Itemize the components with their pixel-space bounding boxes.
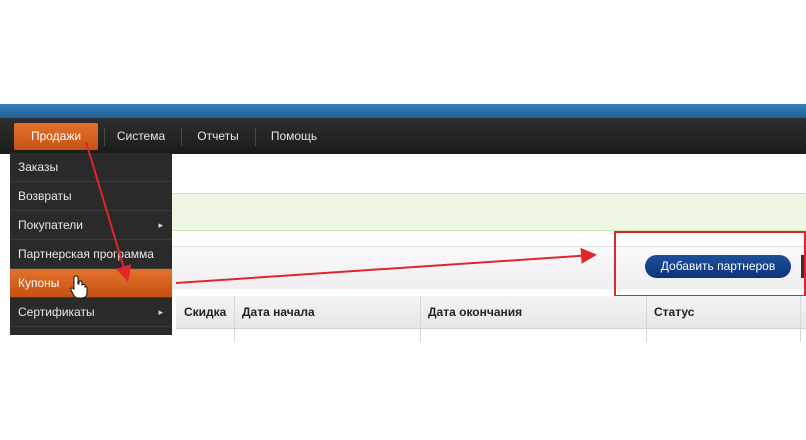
column-header-discount[interactable]: Скидка bbox=[184, 296, 226, 328]
dropdown-item-label: Покупатели bbox=[18, 218, 83, 232]
dropdown-item-label: Купоны bbox=[18, 276, 60, 290]
menu-item-help[interactable]: Помощь bbox=[263, 123, 325, 150]
column-divider bbox=[234, 296, 235, 342]
column-divider bbox=[646, 296, 647, 342]
menu-separator bbox=[181, 128, 182, 146]
submenu-arrow-icon: ▸ bbox=[158, 307, 163, 317]
dropdown-item-coupons[interactable]: Купоны bbox=[10, 269, 172, 298]
submenu-arrow-icon: ▸ bbox=[158, 220, 163, 230]
table-header: Скидка Дата начала Дата окончания Статус bbox=[176, 296, 806, 342]
column-header-end-date[interactable]: Дата окончания bbox=[428, 296, 522, 328]
column-divider bbox=[420, 296, 421, 342]
menu-separator bbox=[104, 128, 105, 146]
menu-separator bbox=[255, 128, 256, 146]
menu-item-reports[interactable]: Отчеты bbox=[190, 123, 246, 150]
top-blue-strip bbox=[0, 104, 806, 118]
dropdown-item-orders[interactable]: Заказы bbox=[10, 153, 172, 182]
dropdown-item-label: Заказы bbox=[18, 160, 59, 174]
menu-item-system[interactable]: Система bbox=[110, 123, 172, 150]
column-header-start-date[interactable]: Дата начала bbox=[242, 296, 315, 328]
dropdown-item-customers[interactable]: Покупатели ▸ bbox=[10, 211, 172, 240]
sales-dropdown-menu: Заказы Возвраты Покупатели ▸ Партнерская… bbox=[10, 153, 172, 335]
annotation-highlight-box bbox=[614, 231, 806, 297]
column-header-status[interactable]: Статус bbox=[654, 296, 694, 328]
dropdown-item-returns[interactable]: Возвраты bbox=[10, 182, 172, 211]
menu-item-sales[interactable]: Продажи bbox=[14, 123, 98, 150]
dropdown-item-label: Возвраты bbox=[18, 189, 72, 203]
column-divider bbox=[800, 296, 801, 342]
dropdown-item-partner-program[interactable]: Партнерская программа bbox=[10, 240, 172, 269]
dropdown-item-label: Партнерская программа bbox=[18, 247, 154, 261]
dropdown-item-label: Сертификаты bbox=[18, 305, 95, 319]
dropdown-item-certificates[interactable]: Сертификаты ▸ bbox=[10, 298, 172, 327]
